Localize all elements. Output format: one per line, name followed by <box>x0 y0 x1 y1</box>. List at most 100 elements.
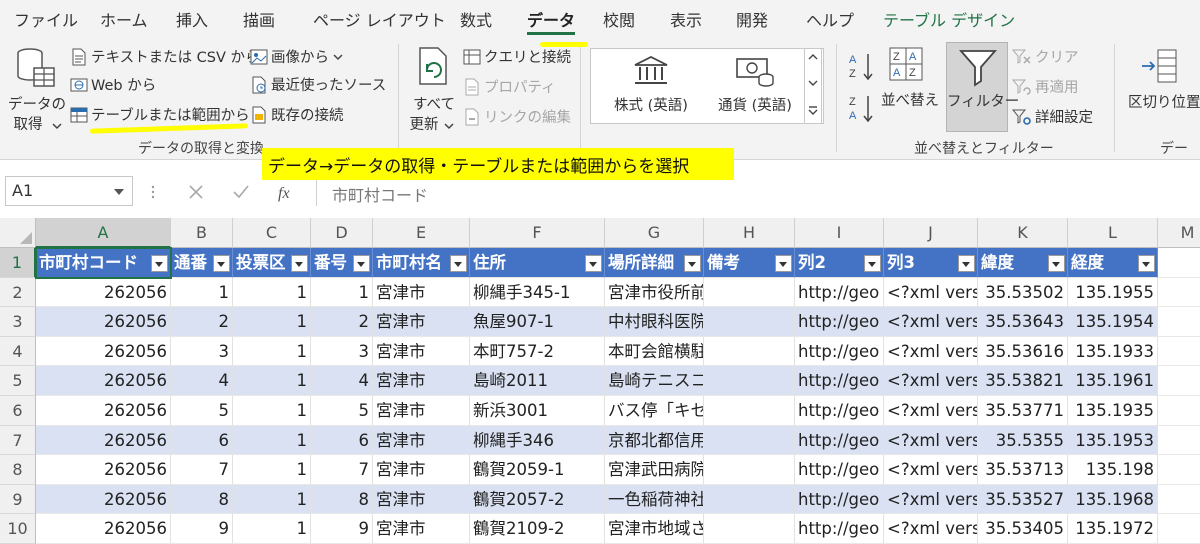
row-header-10[interactable]: 10 <box>0 514 36 544</box>
table-cell[interactable]: 7 <box>171 455 233 485</box>
filter-dropdown-icon[interactable] <box>958 255 975 272</box>
row-header-9[interactable]: 9 <box>0 484 36 515</box>
currencies-button[interactable]: 通貨 (英語) <box>705 53 805 119</box>
spreadsheet-grid[interactable]: A B C D E F G H I J K L M 1 2 3 4 5 6 7 8 9 10 市町村コード 通番 投票区 番号 市町村… <box>0 218 1200 544</box>
table-cell[interactable]: 中村眼科医院 <box>605 307 704 337</box>
table-cell[interactable]: 135.1935 <box>1068 396 1158 426</box>
tab-formulas[interactable]: 数式 <box>460 7 492 31</box>
column-header-i[interactable]: I <box>795 218 884 248</box>
column-header-l[interactable]: L <box>1068 218 1158 248</box>
empty-cell[interactable] <box>1158 337 1200 367</box>
table-cell[interactable]: バス停「キセンバ港館 <box>605 396 704 426</box>
edit-links-button[interactable]: リンクの編集 <box>463 106 571 127</box>
table-cell[interactable]: 6 <box>311 425 373 456</box>
table-cell[interactable]: 35.5355 <box>978 425 1068 456</box>
tab-review[interactable]: 校閲 <box>603 7 635 31</box>
table-cell[interactable]: 135.1961 <box>1068 366 1158 396</box>
tab-developer[interactable]: 開発 <box>736 7 768 31</box>
from-picture-button[interactable]: 画像から <box>250 46 343 67</box>
table-cell[interactable]: <?xml vers <box>884 277 978 308</box>
empty-cell[interactable] <box>1158 455 1200 485</box>
table-cell[interactable]: 島崎2011 <box>470 366 605 396</box>
filter-dropdown-icon[interactable] <box>151 255 168 272</box>
table-cell[interactable]: 35.53527 <box>978 484 1068 515</box>
tab-draw[interactable]: 描画 <box>243 7 275 31</box>
filter-dropdown-icon[interactable] <box>1048 255 1065 272</box>
table-cell[interactable] <box>704 514 795 544</box>
row-header-7[interactable]: 7 <box>0 425 36 456</box>
table-cell[interactable]: 宮津市 <box>373 455 470 485</box>
table-cell[interactable] <box>704 307 795 337</box>
table-cell[interactable]: 6 <box>171 425 233 456</box>
table-cell[interactable]: 262056 <box>36 484 171 515</box>
table-cell[interactable]: 1 <box>233 336 311 367</box>
table-cell[interactable]: 鶴賀2059-1 <box>470 455 605 485</box>
column-header-c[interactable]: C <box>233 218 311 248</box>
table-cell[interactable]: 島崎テニスコートフェ <box>605 366 704 396</box>
table-cell[interactable]: 1 <box>233 425 311 456</box>
table-cell[interactable]: http://geo <box>795 514 884 544</box>
sort-ascending-button[interactable]: A Z <box>848 50 876 84</box>
table-header-cell[interactable]: 市町村名 <box>373 248 470 278</box>
table-cell[interactable]: http://geo <box>795 484 884 515</box>
sort-descending-button[interactable]: Z A <box>848 92 876 126</box>
row-header-3[interactable]: 3 <box>0 307 36 337</box>
table-header-cell[interactable]: 列3 <box>884 248 978 278</box>
column-header-h[interactable]: H <box>704 218 795 248</box>
table-cell[interactable] <box>704 484 795 515</box>
table-cell[interactable]: 鶴賀2057-2 <box>470 484 605 515</box>
column-header-d[interactable]: D <box>311 218 373 248</box>
more-options-icon[interactable] <box>150 184 156 200</box>
filter-button[interactable]: フィルター <box>946 42 1019 132</box>
sort-button[interactable]: Z A A Z 並べ替え <box>878 44 942 128</box>
empty-cell[interactable] <box>1158 248 1200 278</box>
table-cell[interactable]: http://geo <box>795 425 884 456</box>
table-header-cell[interactable]: 列2 <box>795 248 884 278</box>
row-header-6[interactable]: 6 <box>0 396 36 426</box>
table-cell[interactable]: 262056 <box>36 277 171 308</box>
empty-cell[interactable] <box>1158 307 1200 337</box>
filter-dropdown-icon[interactable] <box>585 255 602 272</box>
from-table-range-button[interactable]: テーブルまたは範囲から <box>70 104 250 125</box>
properties-button[interactable]: プロパティ <box>463 76 556 97</box>
table-header-cell[interactable]: 備考 <box>704 248 795 278</box>
table-cell[interactable]: 9 <box>171 514 233 544</box>
tab-view[interactable]: 表示 <box>670 7 702 31</box>
table-cell[interactable]: <?xml vers <box>884 514 978 544</box>
recent-sources-button[interactable]: 最近使ったソース <box>250 74 386 95</box>
stocks-button[interactable]: 株式 (英語) <box>601 53 701 119</box>
table-cell[interactable]: 135.198 <box>1068 455 1158 485</box>
table-cell[interactable]: 宮津市 <box>373 366 470 396</box>
existing-connections-button[interactable]: 既存の接続 <box>250 104 344 125</box>
table-cell[interactable]: 新浜3001 <box>470 396 605 426</box>
table-cell[interactable]: <?xml vers <box>884 455 978 485</box>
queries-connections-button[interactable]: クエリと接続 <box>463 46 571 67</box>
table-cell[interactable]: 宮津市 <box>373 484 470 515</box>
table-cell[interactable]: 262056 <box>36 366 171 396</box>
table-cell[interactable]: 1 <box>233 484 311 515</box>
table-cell[interactable]: 本町757-2 <box>470 336 605 367</box>
column-header-g[interactable]: G <box>605 218 704 248</box>
table-header-cell[interactable]: 番号 <box>311 248 373 278</box>
table-cell[interactable] <box>704 455 795 485</box>
table-cell[interactable]: 宮津武田病院フェンス <box>605 455 704 485</box>
table-cell[interactable]: http://geo <box>795 336 884 367</box>
name-box[interactable]: A1 <box>5 176 133 206</box>
tab-page-layout[interactable]: ページ レイアウト <box>313 7 446 31</box>
table-cell[interactable]: 5 <box>171 396 233 426</box>
table-header-cell[interactable]: 通番 <box>171 248 233 278</box>
table-cell[interactable]: 宮津市 <box>373 277 470 308</box>
column-header-e[interactable]: E <box>373 218 470 248</box>
table-cell[interactable]: 鶴賀2109-2 <box>470 514 605 544</box>
tab-home[interactable]: ホーム <box>100 7 148 31</box>
table-header-cell[interactable]: 住所 <box>470 248 605 278</box>
filter-dropdown-icon[interactable] <box>684 255 701 272</box>
table-cell[interactable]: <?xml vers <box>884 307 978 337</box>
table-cell[interactable]: 宮津市地域ささえあい <box>605 514 704 544</box>
table-header-cell[interactable]: 経度 <box>1068 248 1158 278</box>
from-web-button[interactable]: Web から <box>70 74 156 95</box>
table-cell[interactable]: 宮津市 <box>373 514 470 544</box>
gallery-scroll[interactable] <box>804 48 822 124</box>
table-cell[interactable]: 262056 <box>36 396 171 426</box>
table-cell[interactable]: 35.53821 <box>978 366 1068 396</box>
